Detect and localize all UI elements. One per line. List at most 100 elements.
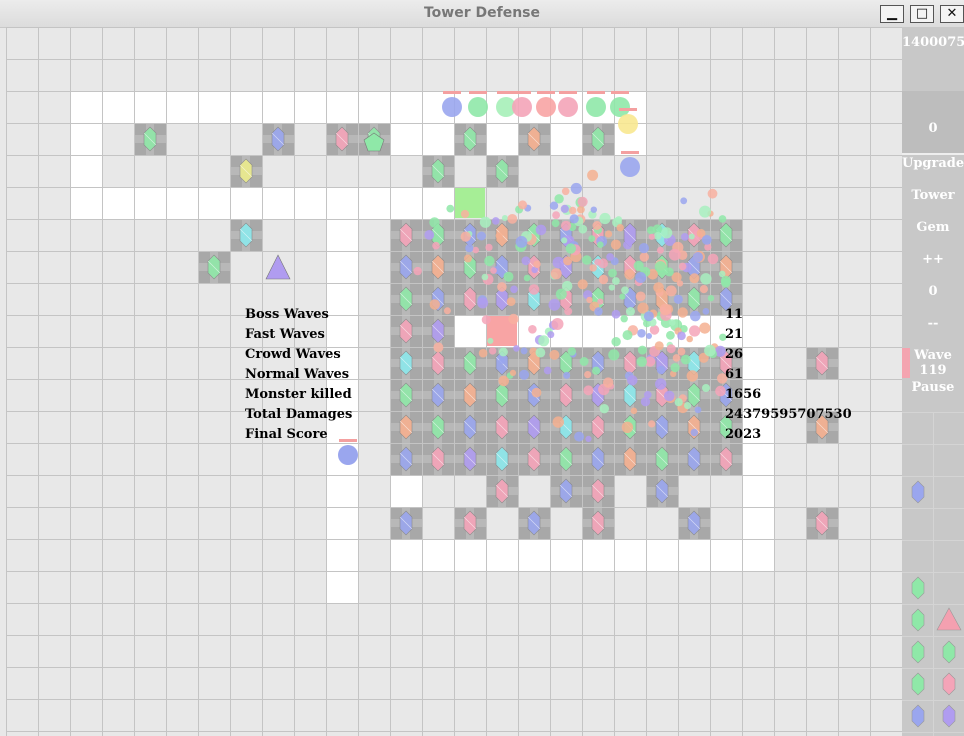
monster (490, 267, 497, 274)
monster (646, 333, 652, 339)
monster (626, 307, 635, 316)
monster (690, 310, 701, 322)
monster (597, 241, 604, 248)
upgrade-button[interactable]: Upgrade (902, 156, 964, 186)
path-cell (326, 187, 358, 219)
monster (605, 230, 613, 238)
monster (656, 365, 666, 375)
path-cell (166, 187, 198, 219)
speed-up-button[interactable]: ++ (902, 252, 964, 282)
monster (666, 330, 675, 340)
monster (464, 254, 472, 263)
health-bar (443, 91, 461, 94)
monster (686, 370, 698, 382)
monster (535, 224, 547, 236)
monster (670, 363, 680, 373)
game-board[interactable] (6, 27, 902, 736)
stat-value: 21 (725, 327, 744, 342)
monster (509, 369, 517, 376)
monster (700, 273, 712, 285)
monster (485, 243, 493, 251)
monster (704, 344, 716, 357)
monster (510, 285, 518, 294)
monster (680, 197, 688, 205)
boss-monster (618, 114, 638, 134)
monster (648, 233, 655, 240)
monster (585, 435, 592, 442)
monster (707, 188, 718, 199)
monster (543, 366, 552, 375)
boss-monster (536, 97, 556, 117)
path-cell (70, 155, 102, 187)
monster (616, 224, 624, 232)
monster (507, 214, 518, 224)
monster (577, 205, 585, 214)
spawn-cell (455, 188, 485, 218)
path-cell (326, 251, 358, 283)
monster (681, 233, 689, 241)
next-wave-button[interactable]: Wave 119 (902, 348, 964, 378)
monster (718, 215, 727, 223)
monster (637, 329, 646, 338)
monster (586, 296, 593, 304)
path-cell (646, 539, 678, 571)
monster (429, 217, 440, 228)
speed-down-button[interactable]: -- (902, 316, 964, 346)
monster (528, 284, 540, 295)
monster (664, 267, 674, 277)
boss-monster (468, 97, 488, 117)
path-cell (710, 539, 742, 571)
monster (689, 325, 701, 337)
path-cell (230, 187, 262, 219)
monster (594, 307, 603, 316)
monster (659, 303, 672, 316)
path-cell (102, 91, 134, 123)
monster (578, 224, 588, 234)
pause-button[interactable]: Pause (902, 380, 964, 410)
monster (699, 205, 711, 218)
monster (640, 397, 651, 407)
monster (460, 231, 471, 242)
health-bar (537, 91, 555, 94)
monster (587, 169, 599, 181)
monster (608, 268, 617, 278)
monster (569, 206, 577, 215)
monster (497, 282, 507, 292)
path-cell (742, 315, 774, 347)
stat-label: Crowd Waves (245, 347, 341, 362)
monster (549, 201, 559, 210)
path-cell (582, 539, 614, 571)
monster (574, 431, 585, 442)
money-display: 140007539 (902, 35, 964, 50)
monster (611, 309, 621, 319)
gem-inventory[interactable] (902, 412, 964, 736)
monster (564, 307, 573, 316)
close-button[interactable]: ✕ (940, 5, 964, 23)
stat-value: 11 (725, 307, 744, 322)
tower-button[interactable]: Tower (902, 188, 964, 218)
path-cell (454, 315, 486, 347)
monster (515, 236, 528, 248)
minimize-button[interactable]: ▁ (880, 5, 904, 23)
maximize-button[interactable]: □ (910, 5, 934, 23)
monster (538, 335, 550, 347)
monster (535, 347, 546, 358)
monster (666, 344, 676, 354)
monster (653, 282, 664, 293)
path-cell (326, 283, 358, 315)
monster (579, 357, 589, 366)
path-cell (742, 475, 774, 507)
monster (561, 237, 568, 244)
path-cell (742, 347, 774, 379)
monster (498, 347, 508, 357)
monster (692, 252, 704, 263)
monster (672, 354, 681, 362)
path-cell (70, 123, 102, 155)
monster (489, 347, 497, 355)
gem-button[interactable]: Gem (902, 220, 964, 250)
monster (688, 233, 695, 240)
monster (484, 255, 495, 267)
monster (638, 243, 650, 254)
monster (701, 235, 712, 245)
monster (567, 347, 576, 356)
